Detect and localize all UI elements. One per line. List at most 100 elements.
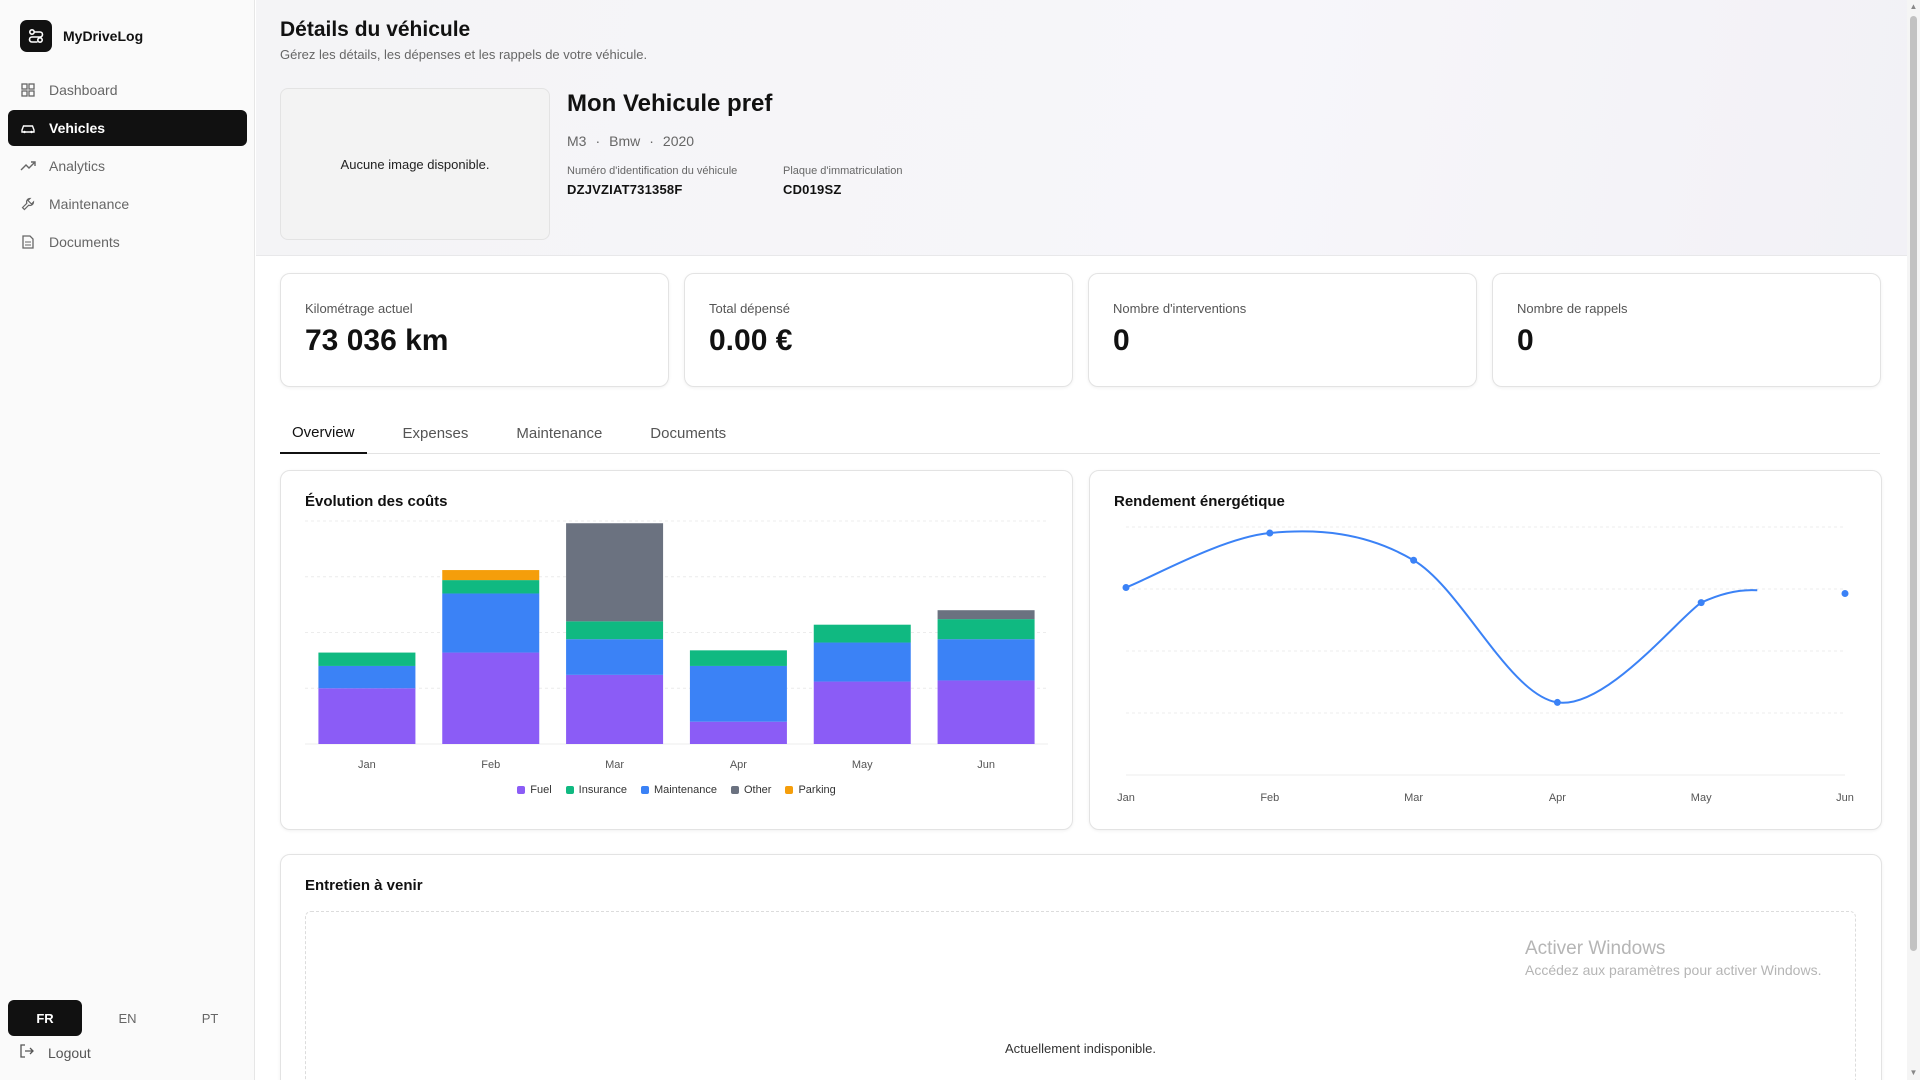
language-fr-button[interactable]: FR bbox=[8, 1000, 82, 1036]
legend-label: Fuel bbox=[530, 784, 552, 796]
trend-icon bbox=[20, 158, 36, 174]
sidebar-item-analytics[interactable]: Analytics bbox=[8, 148, 247, 184]
bar-segment-maintenance-mar[interactable] bbox=[566, 639, 664, 675]
tab-expenses[interactable]: Expenses bbox=[391, 412, 481, 454]
bar-segment-parking-feb[interactable] bbox=[442, 570, 540, 581]
legend-item-insurance[interactable]: Insurance bbox=[565, 784, 627, 796]
data-point-may[interactable] bbox=[1697, 599, 1705, 607]
x-tick-label: Apr bbox=[730, 759, 747, 771]
data-point-apr[interactable] bbox=[1553, 698, 1561, 706]
upcoming-title: Entretien à venir bbox=[305, 877, 423, 894]
bar-segment-fuel-feb[interactable] bbox=[442, 652, 540, 744]
x-tick-label: Jan bbox=[358, 759, 376, 771]
legend-swatch bbox=[730, 786, 739, 794]
legend-swatch bbox=[640, 786, 649, 794]
data-point-mar[interactable] bbox=[1410, 556, 1418, 564]
vin-value: DZJVZIAT731358F bbox=[567, 182, 683, 197]
tab-maintenance[interactable]: Maintenance bbox=[504, 412, 614, 454]
bar-segment-insurance-apr[interactable] bbox=[689, 650, 787, 666]
efficiency-chart: Jan Feb Mar Apr May Jun bbox=[1117, 526, 1854, 804]
vehicle-year: 2020 bbox=[662, 133, 695, 149]
stat-label: Total dépensé bbox=[709, 301, 790, 316]
language-pt-button[interactable]: PT bbox=[173, 1000, 247, 1036]
bar-segment-fuel-may[interactable] bbox=[813, 681, 911, 744]
sidebar-item-label: Maintenance bbox=[49, 196, 130, 212]
vehicle-meta: M3 · Bmw · 2020 bbox=[567, 133, 694, 149]
bar-segment-fuel-mar[interactable] bbox=[566, 674, 664, 744]
language-switcher: FR EN PT bbox=[8, 1000, 247, 1036]
tab-documents[interactable]: Documents bbox=[638, 412, 738, 454]
data-point-feb[interactable] bbox=[1266, 529, 1274, 537]
bar-segment-maintenance-may[interactable] bbox=[813, 642, 911, 682]
file-icon bbox=[20, 234, 36, 250]
watermark-title: Activer Windows bbox=[1525, 938, 1666, 959]
efficiency-card: Rendement énergétique Jan Feb Mar Apr May Jun bbox=[1089, 470, 1882, 830]
stat-card-mileage: Kilométrage actuel 73 036 km bbox=[280, 273, 669, 387]
meta-separator: · bbox=[649, 133, 654, 149]
bar-segment-insurance-mar[interactable] bbox=[566, 621, 664, 640]
legend-item-parking[interactable]: Parking bbox=[785, 784, 836, 796]
sidebar-item-dashboard[interactable]: Dashboard bbox=[8, 72, 247, 108]
vin-label: Numéro d'identification du véhicule bbox=[567, 165, 738, 177]
scrollbar-thumb[interactable] bbox=[1910, 16, 1917, 951]
x-tick-label: May bbox=[1691, 792, 1712, 804]
vehicle-name: Mon Vehicule pref bbox=[567, 90, 773, 117]
scroll-down-icon[interactable]: ▼ bbox=[1909, 1068, 1918, 1077]
data-point-jan[interactable] bbox=[1122, 583, 1130, 591]
x-tick-label: Jun bbox=[1836, 792, 1854, 804]
legend-label: Insurance bbox=[578, 784, 627, 796]
x-tick-label: Jun bbox=[977, 759, 995, 771]
sidebar-item-vehicles[interactable]: Vehicles bbox=[8, 110, 247, 146]
scroll-up-icon[interactable]: ▲ bbox=[1909, 2, 1918, 11]
bar-segment-insurance-jun[interactable] bbox=[937, 619, 1035, 640]
bar-segment-maintenance-jun[interactable] bbox=[937, 639, 1035, 681]
stat-card-interventions: Nombre d'interventions 0 bbox=[1088, 273, 1477, 387]
stat-label: Nombre d'interventions bbox=[1113, 301, 1247, 316]
app-logo-icon bbox=[20, 20, 52, 52]
legend-swatch bbox=[517, 786, 526, 794]
bar-segment-fuel-jun[interactable] bbox=[937, 680, 1035, 744]
upcoming-empty-state: Actuellement indisponible. bbox=[305, 911, 1856, 1080]
legend-item-maintenance[interactable]: Maintenance bbox=[640, 784, 717, 796]
x-tick-label: May bbox=[852, 759, 873, 771]
bar-segment-maintenance-apr[interactable] bbox=[689, 665, 787, 722]
meta-separator: · bbox=[595, 133, 601, 149]
bar-segment-fuel-jan[interactable] bbox=[318, 688, 416, 744]
logout-button[interactable]: Logout bbox=[20, 1044, 91, 1061]
bar-segment-insurance-feb[interactable] bbox=[442, 580, 540, 594]
stat-value: 0.00 € bbox=[709, 324, 793, 357]
legend-item-other[interactable]: Other bbox=[730, 784, 771, 796]
stat-card-total-spent: Total dépensé 0.00 € bbox=[684, 273, 1073, 387]
efficiency-line bbox=[1125, 530, 1758, 704]
main-content: Détails du véhicule Gérez les détails, l… bbox=[256, 0, 1907, 1080]
language-en-button[interactable]: EN bbox=[91, 1000, 165, 1036]
bar-segment-other-jun[interactable] bbox=[937, 610, 1035, 620]
bar-segment-insurance-jan[interactable] bbox=[318, 652, 416, 666]
x-tick-label: Jan bbox=[1117, 792, 1135, 804]
sidebar-item-label: Vehicles bbox=[49, 120, 106, 136]
brand[interactable]: MyDriveLog bbox=[20, 20, 143, 52]
bar-segment-insurance-may[interactable] bbox=[813, 624, 911, 643]
bar-segment-other-mar[interactable] bbox=[566, 523, 664, 622]
legend-label: Maintenance bbox=[653, 784, 717, 796]
windows-activation-watermark: Activer Windows Accédez aux paramètres p… bbox=[1525, 938, 1821, 978]
sidebar-item-documents[interactable]: Documents bbox=[8, 224, 247, 260]
tab-overview[interactable]: Overview bbox=[280, 412, 367, 454]
bar-segment-maintenance-jan[interactable] bbox=[318, 665, 416, 689]
sidebar-item-maintenance[interactable]: Maintenance bbox=[8, 186, 247, 222]
stat-value: 73 036 km bbox=[305, 324, 449, 357]
x-tick-label: Apr bbox=[1549, 792, 1566, 804]
vehicle-tabs: Overview Expenses Maintenance Documents bbox=[280, 412, 1880, 454]
legend-swatch bbox=[565, 786, 574, 794]
page-scrollbar[interactable]: ▲ ▼ bbox=[1907, 0, 1920, 1080]
cost-chart-legend: Fuel Insurance Maintenance Other Parking bbox=[281, 784, 1072, 796]
bar-segment-maintenance-feb[interactable] bbox=[442, 593, 540, 653]
vin-field: Numéro d'identification du véhicule DZJV… bbox=[567, 165, 737, 197]
legend-item-fuel[interactable]: Fuel bbox=[517, 784, 552, 796]
car-icon bbox=[20, 120, 36, 136]
data-point-jun[interactable] bbox=[1841, 590, 1849, 598]
plate-field: Plaque d'immatriculation CD019SZ bbox=[783, 165, 903, 197]
bar-segment-fuel-apr[interactable] bbox=[689, 721, 787, 744]
logout-label: Logout bbox=[48, 1044, 91, 1061]
x-tick-label: Mar bbox=[1404, 792, 1423, 804]
